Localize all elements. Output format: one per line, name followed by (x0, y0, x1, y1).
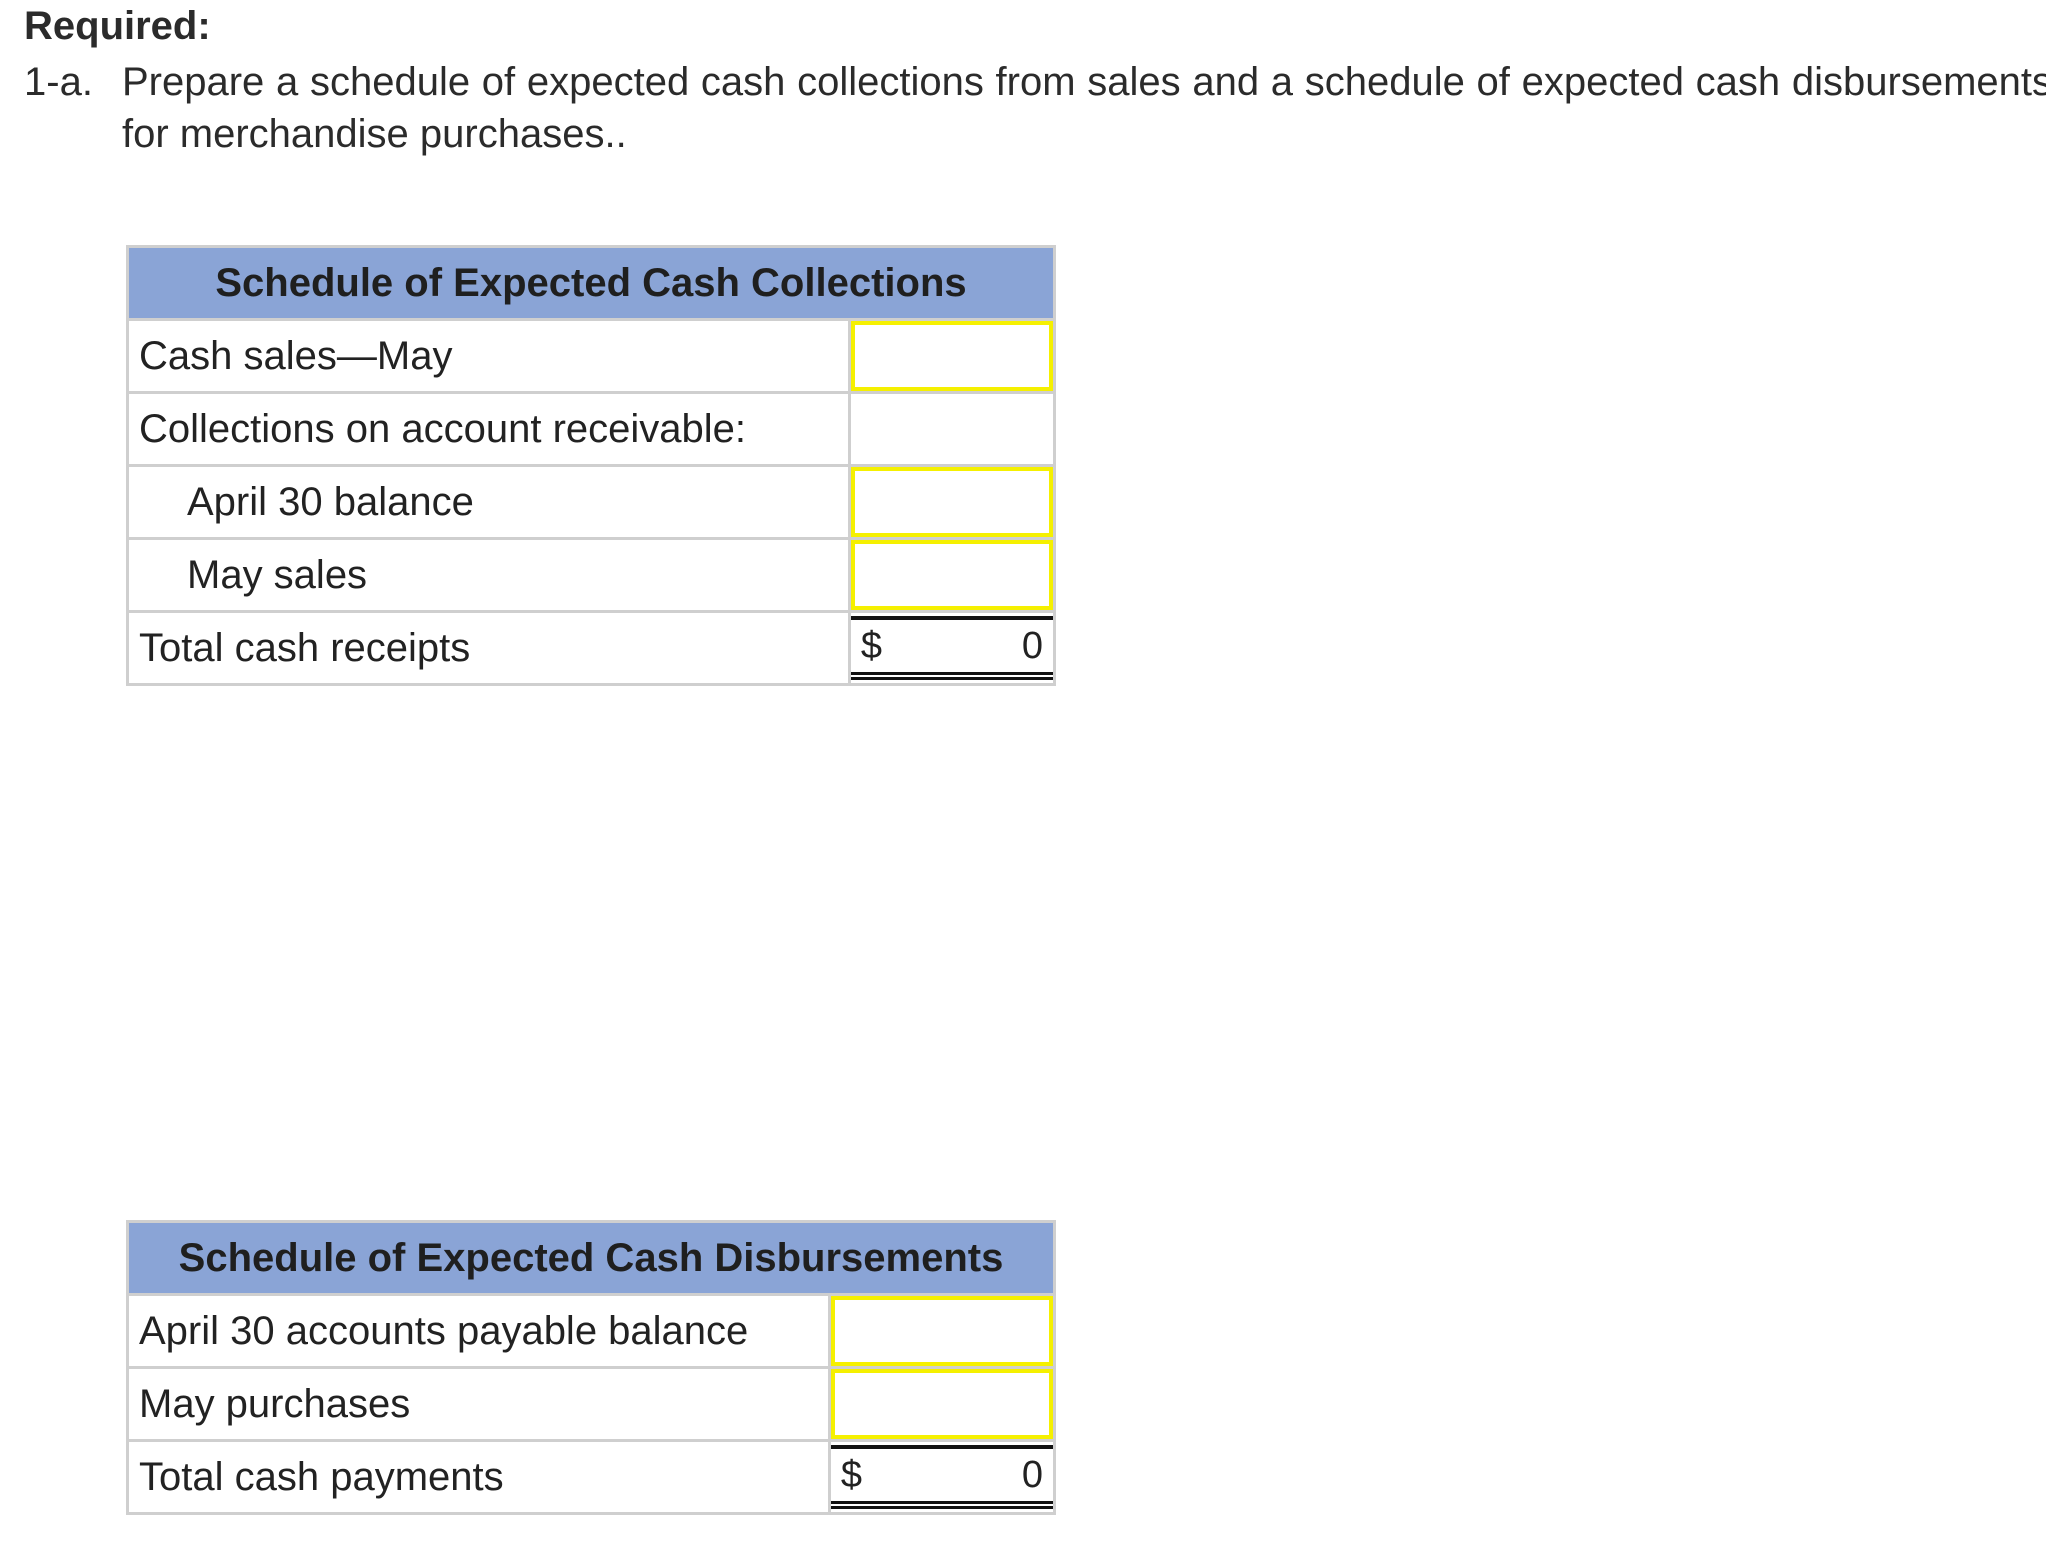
cash-collections-table: Schedule of Expected Cash Collections Ca… (126, 245, 1057, 686)
cash-disbursements-table: Schedule of Expected Cash Disbursements … (126, 1220, 1057, 1515)
instruction-1a: 1-a. Prepare a schedule of expected cash… (24, 56, 2046, 160)
currency-symbol: $ (840, 1453, 863, 1496)
empty-value-cell (847, 391, 1057, 467)
row-label-total-cash-receipts: Total cash receipts (126, 610, 851, 686)
table-row: Collections on account receivable: (126, 391, 1057, 467)
table-row: April 30 balance (126, 464, 1057, 540)
currency-symbol: $ (860, 624, 883, 667)
total-amount: 0 (1021, 624, 1043, 667)
table-row: Cash sales—May (126, 318, 1057, 394)
april-30-balance-input[interactable] (850, 467, 1053, 537)
instruction-text: Prepare a schedule of expected cash coll… (122, 60, 2046, 156)
cash-collections-title: Schedule of Expected Cash Collections (126, 245, 1056, 321)
table-row: Total cash payments $ 0 (126, 1439, 1057, 1515)
table-row: May sales (126, 537, 1057, 613)
instruction-number: 1-a. (24, 60, 93, 104)
required-heading: Required: (24, 4, 211, 48)
row-label-total-cash-payments: Total cash payments (126, 1439, 831, 1515)
cash-disbursements-title: Schedule of Expected Cash Disbursements (126, 1220, 1056, 1296)
row-label-cash-sales-may: Cash sales—May (126, 318, 851, 394)
table-row: May purchases (126, 1366, 1057, 1442)
may-sales-input[interactable] (850, 540, 1053, 610)
row-label-april-30-balance: April 30 balance (126, 464, 851, 540)
may-purchases-input[interactable] (830, 1369, 1053, 1439)
row-label-may-purchases: May purchases (126, 1366, 831, 1442)
total-cash-receipts-value: $ 0 (850, 616, 1053, 680)
cash-sales-may-input[interactable] (850, 321, 1053, 391)
april-30-ap-balance-input[interactable] (830, 1296, 1053, 1366)
table-row: Total cash receipts $ 0 (126, 610, 1057, 686)
row-label-april-30-ap-balance: April 30 accounts payable balance (126, 1293, 831, 1369)
row-label-may-sales: May sales (126, 537, 851, 613)
total-cash-payments-value: $ 0 (830, 1445, 1053, 1509)
total-amount: 0 (1021, 1453, 1043, 1496)
row-label-collections-on-account: Collections on account receivable: (126, 391, 851, 467)
table-row: April 30 accounts payable balance (126, 1293, 1057, 1369)
